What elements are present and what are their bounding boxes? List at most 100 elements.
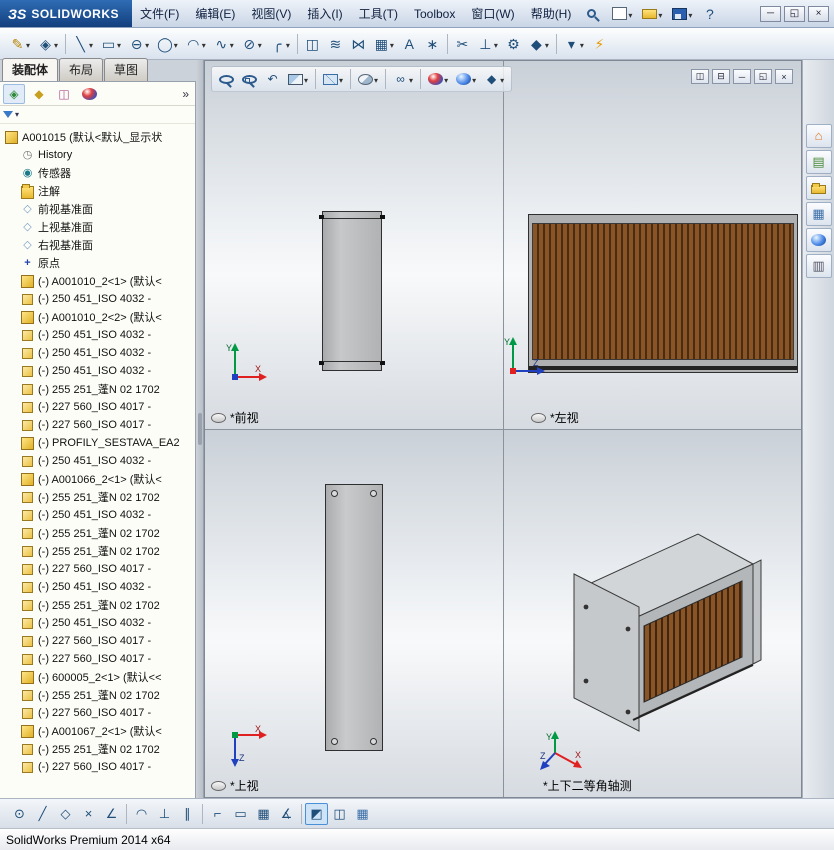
toolbar-button[interactable] (126, 803, 127, 824)
tree-item[interactable]: (-) 227 560_ISO 4017 - (0, 560, 195, 578)
view-settings-button[interactable]: ◆ (480, 68, 508, 90)
chevron-down-icon[interactable] (89, 37, 93, 51)
instant3d-button[interactable]: ⚡ (588, 33, 611, 55)
tree-item[interactable]: (-) 250 451_ISO 4032 - (0, 578, 195, 596)
point-tool[interactable]: ∗ (421, 33, 444, 55)
chevron-down-icon[interactable] (688, 7, 692, 21)
quick-snap-quadrant[interactable]: ◇ (54, 803, 77, 825)
straight-slot-tool[interactable]: ⊖ (125, 33, 153, 55)
trim-entities-tool[interactable]: ✂ (451, 33, 474, 55)
edit-appearance-button[interactable] (424, 69, 452, 89)
menu-item[interactable]: 帮助(H) (523, 0, 580, 27)
chevron-down-icon[interactable] (390, 37, 394, 51)
smart-dimension-button[interactable]: ◈ (34, 33, 62, 55)
display-delete-relations-button[interactable]: ⊥ (474, 33, 502, 55)
model-top-view[interactable] (325, 484, 383, 751)
section-view-button[interactable] (284, 69, 312, 89)
zoom-fit-button[interactable] (215, 72, 238, 87)
chevron-down-icon[interactable] (444, 72, 448, 86)
menu-item[interactable]: 视图(V) (243, 0, 299, 27)
quick-snap-perpendicular[interactable]: ⊥ (153, 803, 176, 825)
menu-item[interactable]: 编辑(E) (187, 0, 243, 27)
search-icon[interactable] (579, 0, 604, 27)
minimize-window-button[interactable]: ─ (760, 5, 781, 22)
tree-item[interactable]: (-) 250 451_ISO 4032 - (0, 614, 195, 632)
3d-view-mode-button[interactable]: ◩ (305, 802, 328, 825)
zoom-area-button[interactable] (238, 72, 261, 87)
corner-rectangle-tool[interactable]: ▭ (97, 33, 125, 55)
tree-item[interactable]: ◉ 传感器 (0, 164, 195, 182)
appearances-scenes-button[interactable] (805, 228, 832, 252)
quick-snap-length[interactable]: ▭ (229, 803, 252, 825)
tree-item[interactable]: (-) 227 560_ISO 4017 - (0, 650, 195, 668)
tree-item[interactable]: (-) 600005_2<1> (默认<< (0, 668, 195, 686)
configurationmanager-tab[interactable]: ◫ (53, 84, 75, 104)
tree-item[interactable]: (-) 250 451_ISO 4032 - (0, 326, 195, 344)
sketch-fillet-tool[interactable]: ╭ (266, 33, 294, 55)
tree-item[interactable]: (-) 250 451_ISO 4032 - (0, 362, 195, 380)
chevron-down-icon[interactable] (494, 37, 498, 51)
model-left-view[interactable] (528, 214, 798, 373)
tab-sketch[interactable]: 草图 (104, 58, 149, 81)
chevron-down-icon[interactable] (628, 7, 632, 21)
propertymanager-tab[interactable]: ◆ (28, 84, 50, 104)
grid-snap[interactable]: ▦ (252, 803, 275, 825)
linear-sketch-pattern-tool[interactable]: ▦ (370, 33, 398, 55)
close-document-button[interactable]: × (775, 69, 793, 84)
tree-item[interactable]: (-) 250 451_ISO 4032 - (0, 506, 195, 524)
tree-item[interactable]: ◇ 前视基准面 (0, 200, 195, 218)
circle-tool[interactable]: ◯ (153, 33, 182, 55)
tree-item[interactable]: (-) 255 251_蓬N 02 1702 (0, 542, 195, 560)
tree-item[interactable]: (-) 227 560_ISO 4017 - (0, 758, 195, 776)
view-orientation-button[interactable] (319, 69, 347, 89)
display-style-button[interactable] (354, 69, 382, 89)
line-tool[interactable]: ╲ (69, 33, 97, 55)
solidworks-resources-button[interactable]: ⌂ (805, 124, 832, 148)
chevron-down-icon[interactable] (545, 37, 549, 51)
featuremanager-tree-tab[interactable]: ◈ (3, 83, 25, 104)
tree-item[interactable]: (-) 250 451_ISO 4032 - (0, 344, 195, 362)
chevron-down-icon[interactable] (202, 37, 206, 51)
save-document-button[interactable] (668, 3, 696, 25)
chevron-down-icon[interactable] (472, 72, 476, 86)
tab-assembly[interactable]: 装配体 (2, 58, 59, 81)
viewport-horizontal-divider[interactable] (205, 429, 801, 430)
quick-snap-parallel[interactable]: ∥ (176, 803, 199, 825)
filter-dropdown-caret[interactable]: ▾ (15, 110, 19, 119)
toolbar-button[interactable] (350, 69, 352, 89)
chevron-down-icon[interactable] (117, 37, 121, 51)
tree-item[interactable]: (-) PROFILY_SESTAVA_EA2 (0, 434, 195, 452)
chevron-down-icon[interactable] (658, 7, 662, 21)
quick-snap-line[interactable]: ╱ (31, 803, 54, 825)
toolbar-button[interactable] (315, 69, 317, 89)
menu-item[interactable]: Toolbox (406, 0, 463, 27)
viewport-layout-button[interactable]: ◫ (328, 803, 351, 825)
toolbar-button[interactable] (65, 33, 67, 54)
hide-show-items-button[interactable]: ∞ (389, 68, 417, 90)
toolbar-button[interactable] (420, 69, 422, 89)
chevron-down-icon[interactable] (304, 72, 308, 86)
tree-item[interactable]: (-) 227 560_ISO 4017 - (0, 632, 195, 650)
file-explorer-button[interactable] (805, 176, 832, 200)
quick-snaps-button[interactable]: ◆ (525, 33, 553, 55)
grid-table-button[interactable]: ▦ (351, 803, 374, 825)
tree-item[interactable]: ◷ History (0, 146, 195, 164)
tree-item[interactable]: (-) 255 251_蓬N 02 1702 (0, 740, 195, 758)
quick-snap-nearest[interactable]: ∠ (100, 803, 123, 825)
tree-item[interactable]: (-) A001010_2<1> (默认< (0, 272, 195, 290)
spline-tool[interactable]: ∿ (210, 33, 238, 55)
chevron-down-icon[interactable] (286, 37, 290, 51)
new-document-button[interactable] (608, 3, 636, 25)
tree-item[interactable]: (-) A001066_2<1> (默认< (0, 470, 195, 488)
tree-item[interactable]: ◇ 右视基准面 (0, 236, 195, 254)
tree-item[interactable]: (-) 255 251_蓬N 02 1702 (0, 596, 195, 614)
close-window-button[interactable]: × (808, 5, 829, 22)
toolbar-button[interactable] (385, 69, 387, 89)
arc-tool[interactable]: ◠ (182, 33, 210, 55)
chevron-down-icon[interactable] (500, 72, 504, 86)
minimize-document-button[interactable]: ─ (733, 69, 751, 84)
open-document-button[interactable] (638, 3, 666, 25)
toolbar-button[interactable] (446, 33, 448, 54)
quick-snap-intersection[interactable]: × (77, 803, 100, 825)
tree-item[interactable]: (-) 227 560_ISO 4017 - (0, 416, 195, 434)
